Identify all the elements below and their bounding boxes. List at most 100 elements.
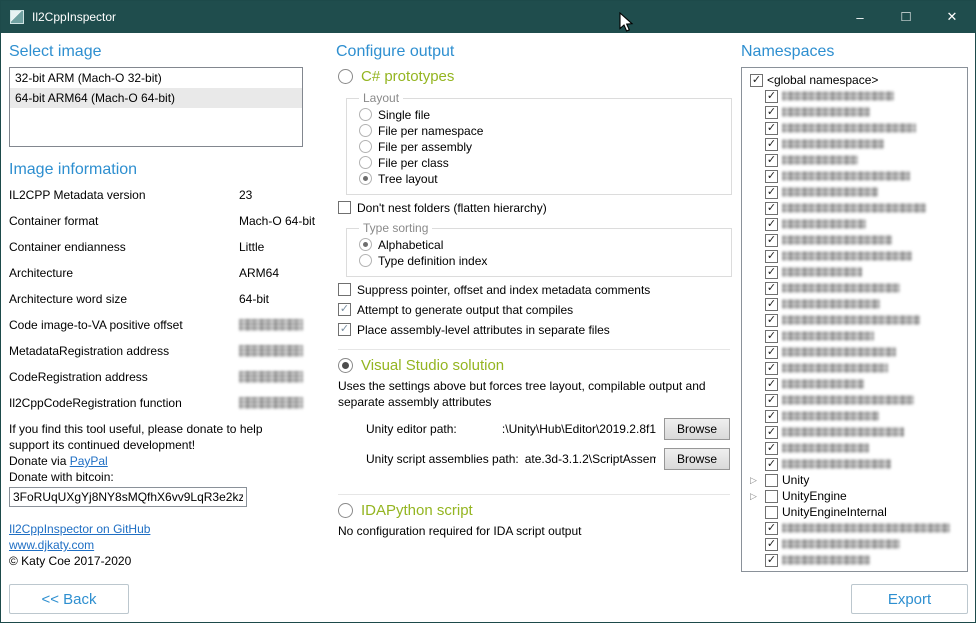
checkbox-checked-icon[interactable]: ✓ (765, 362, 778, 375)
radio-single-file[interactable]: Single file (359, 107, 731, 122)
separate-attributes-checkbox[interactable]: ✓ Place assembly-level attributes in sep… (338, 322, 732, 337)
redacted-namespace-label (782, 523, 950, 533)
namespace-item-unityengine[interactable]: ▷ UnityEngine (750, 488, 965, 504)
radio-file-per-assembly[interactable]: File per assembly (359, 139, 731, 154)
radio-file-per-namespace[interactable]: File per namespace (359, 123, 731, 138)
checkbox-checked-icon[interactable]: ✓ (765, 538, 778, 551)
csharp-prototypes-radio[interactable]: C# prototypes (338, 67, 732, 85)
checkbox-checked-icon[interactable]: ✓ (765, 314, 778, 327)
unity-editor-path-value[interactable]: :\Unity\Hub\Editor\2019.2.8f1 (463, 422, 656, 436)
namespace-item-global[interactable]: ✓ <global namespace> (750, 72, 965, 88)
close-button[interactable]: ✕ (929, 1, 975, 33)
checkbox-checked-icon[interactable]: ✓ (765, 186, 778, 199)
namespace-tree[interactable]: ✓ <global namespace> ✓✓✓✓✓✓✓✓✓✓✓✓✓✓✓✓✓✓✓… (741, 67, 968, 572)
checkbox-checked-icon[interactable]: ✓ (765, 202, 778, 215)
checkbox-checked-icon[interactable]: ✓ (765, 170, 778, 183)
namespace-item-redacted[interactable]: ✓ (750, 440, 965, 456)
checkbox-checked-icon[interactable]: ✓ (765, 298, 778, 311)
checkbox-icon[interactable] (765, 474, 778, 487)
namespace-item-redacted[interactable]: ✓ (750, 136, 965, 152)
namespace-item-redacted[interactable]: ✓ (750, 104, 965, 120)
namespace-item-redacted[interactable]: ✓ (750, 424, 965, 440)
namespace-item-redacted[interactable]: ✓ (750, 456, 965, 472)
namespace-item-redacted[interactable]: ✓ (750, 328, 965, 344)
checkbox-checked-icon[interactable]: ✓ (765, 346, 778, 359)
checkbox-checked-icon[interactable]: ✓ (750, 74, 763, 87)
compilable-output-checkbox[interactable]: ✓ Attempt to generate output that compil… (338, 302, 732, 317)
checkbox-checked-icon[interactable]: ✓ (765, 234, 778, 247)
checkbox-checked-icon[interactable]: ✓ (765, 218, 778, 231)
expander-icon[interactable]: ▷ (750, 492, 761, 501)
idapython-script-radio[interactable]: IDAPython script (338, 501, 732, 519)
checkbox-checked-icon[interactable]: ✓ (765, 90, 778, 103)
image-listbox[interactable]: 32-bit ARM (Mach-O 32-bit) 64-bit ARM64 … (9, 67, 303, 147)
namespace-item-redacted[interactable]: ✓ (750, 152, 965, 168)
namespace-item-redacted[interactable]: ✓ (750, 344, 965, 360)
checkbox-checked-icon[interactable]: ✓ (765, 554, 778, 567)
namespace-item-redacted[interactable]: ✓ (750, 312, 965, 328)
browse-assemblies-path-button[interactable]: Browse (664, 448, 730, 470)
checkbox-checked-icon[interactable]: ✓ (765, 426, 778, 439)
checkbox-checked-icon[interactable]: ✓ (765, 282, 778, 295)
visual-studio-solution-radio[interactable]: Visual Studio solution (338, 356, 732, 374)
namespace-item-redacted[interactable]: ✓ (750, 168, 965, 184)
checkbox-icon[interactable] (765, 490, 778, 503)
namespace-item-redacted[interactable]: ✓ (750, 88, 965, 104)
radio-file-per-class[interactable]: File per class (359, 155, 731, 170)
expander-icon[interactable]: ▷ (750, 476, 761, 485)
namespace-item-redacted[interactable]: ✓ (750, 264, 965, 280)
namespace-item-redacted[interactable]: ✓ (750, 184, 965, 200)
namespace-item-unityengineinternal[interactable]: UnityEngineInternal (750, 504, 965, 520)
checkbox-checked-icon[interactable]: ✓ (765, 106, 778, 119)
namespace-item-redacted[interactable]: ✓ (750, 408, 965, 424)
title-bar[interactable]: Il2CppInspector – □ ✕ (1, 1, 975, 33)
redacted-namespace-label (782, 347, 896, 357)
bitcoin-address-input[interactable] (9, 487, 247, 507)
script-assemblies-path-row: Unity script assemblies path: ate.3d-3.1… (366, 448, 730, 470)
checkbox-icon[interactable] (765, 506, 778, 519)
checkbox-checked-icon[interactable]: ✓ (765, 394, 778, 407)
radio-tree-layout[interactable]: Tree layout (359, 171, 731, 186)
checkbox-checked-icon[interactable]: ✓ (765, 458, 778, 471)
maximize-button[interactable]: □ (883, 1, 929, 33)
checkbox-checked-icon[interactable]: ✓ (765, 378, 778, 391)
namespace-item-redacted[interactable]: ✓ (750, 392, 965, 408)
image-option-64bit[interactable]: 64-bit ARM64 (Mach-O 64-bit) (10, 88, 302, 108)
checkbox-checked-icon[interactable]: ✓ (765, 410, 778, 423)
export-button[interactable]: Export (851, 584, 968, 614)
configure-output-heading: Configure output (336, 43, 732, 61)
namespace-item-redacted[interactable]: ✓ (750, 536, 965, 552)
namespace-item-redacted[interactable]: ✓ (750, 520, 965, 536)
checkbox-checked-icon[interactable]: ✓ (765, 522, 778, 535)
namespace-item-redacted[interactable]: ✓ (750, 552, 965, 568)
namespace-item-redacted[interactable]: ✓ (750, 376, 965, 392)
minimize-button[interactable]: – (837, 1, 883, 33)
checkbox-checked-icon[interactable]: ✓ (765, 330, 778, 343)
checkbox-checked-icon[interactable]: ✓ (765, 442, 778, 455)
radio-alphabetical[interactable]: Alphabetical (359, 237, 731, 252)
namespace-item-redacted[interactable]: ✓ (750, 120, 965, 136)
namespace-item-redacted[interactable]: ✓ (750, 360, 965, 376)
website-link[interactable]: www.djkaty.com (9, 538, 94, 552)
flatten-hierarchy-checkbox[interactable]: Don't nest folders (flatten hierarchy) (338, 200, 732, 215)
namespace-item-redacted[interactable]: ✓ (750, 216, 965, 232)
checkbox-checked-icon[interactable]: ✓ (765, 122, 778, 135)
back-button[interactable]: << Back (9, 584, 129, 614)
github-link[interactable]: Il2CppInspector on GitHub (9, 522, 150, 536)
namespace-item-redacted[interactable]: ✓ (750, 232, 965, 248)
namespace-item-redacted[interactable]: ✓ (750, 296, 965, 312)
paypal-link[interactable]: PayPal (70, 454, 108, 468)
namespace-item-redacted[interactable]: ✓ (750, 200, 965, 216)
namespace-item-redacted[interactable]: ✓ (750, 280, 965, 296)
radio-type-definition-index[interactable]: Type definition index (359, 253, 731, 268)
checkbox-checked-icon[interactable]: ✓ (765, 154, 778, 167)
browse-editor-path-button[interactable]: Browse (664, 418, 730, 440)
suppress-comments-checkbox[interactable]: Suppress pointer, offset and index metad… (338, 282, 732, 297)
namespace-item-redacted[interactable]: ✓ (750, 248, 965, 264)
image-option-32bit[interactable]: 32-bit ARM (Mach-O 32-bit) (10, 68, 302, 88)
script-assemblies-path-value[interactable]: ate.3d-3.1.2\ScriptAssemblies (525, 452, 656, 466)
checkbox-checked-icon[interactable]: ✓ (765, 266, 778, 279)
checkbox-checked-icon[interactable]: ✓ (765, 138, 778, 151)
namespace-item-unity[interactable]: ▷ Unity (750, 472, 965, 488)
checkbox-checked-icon[interactable]: ✓ (765, 250, 778, 263)
